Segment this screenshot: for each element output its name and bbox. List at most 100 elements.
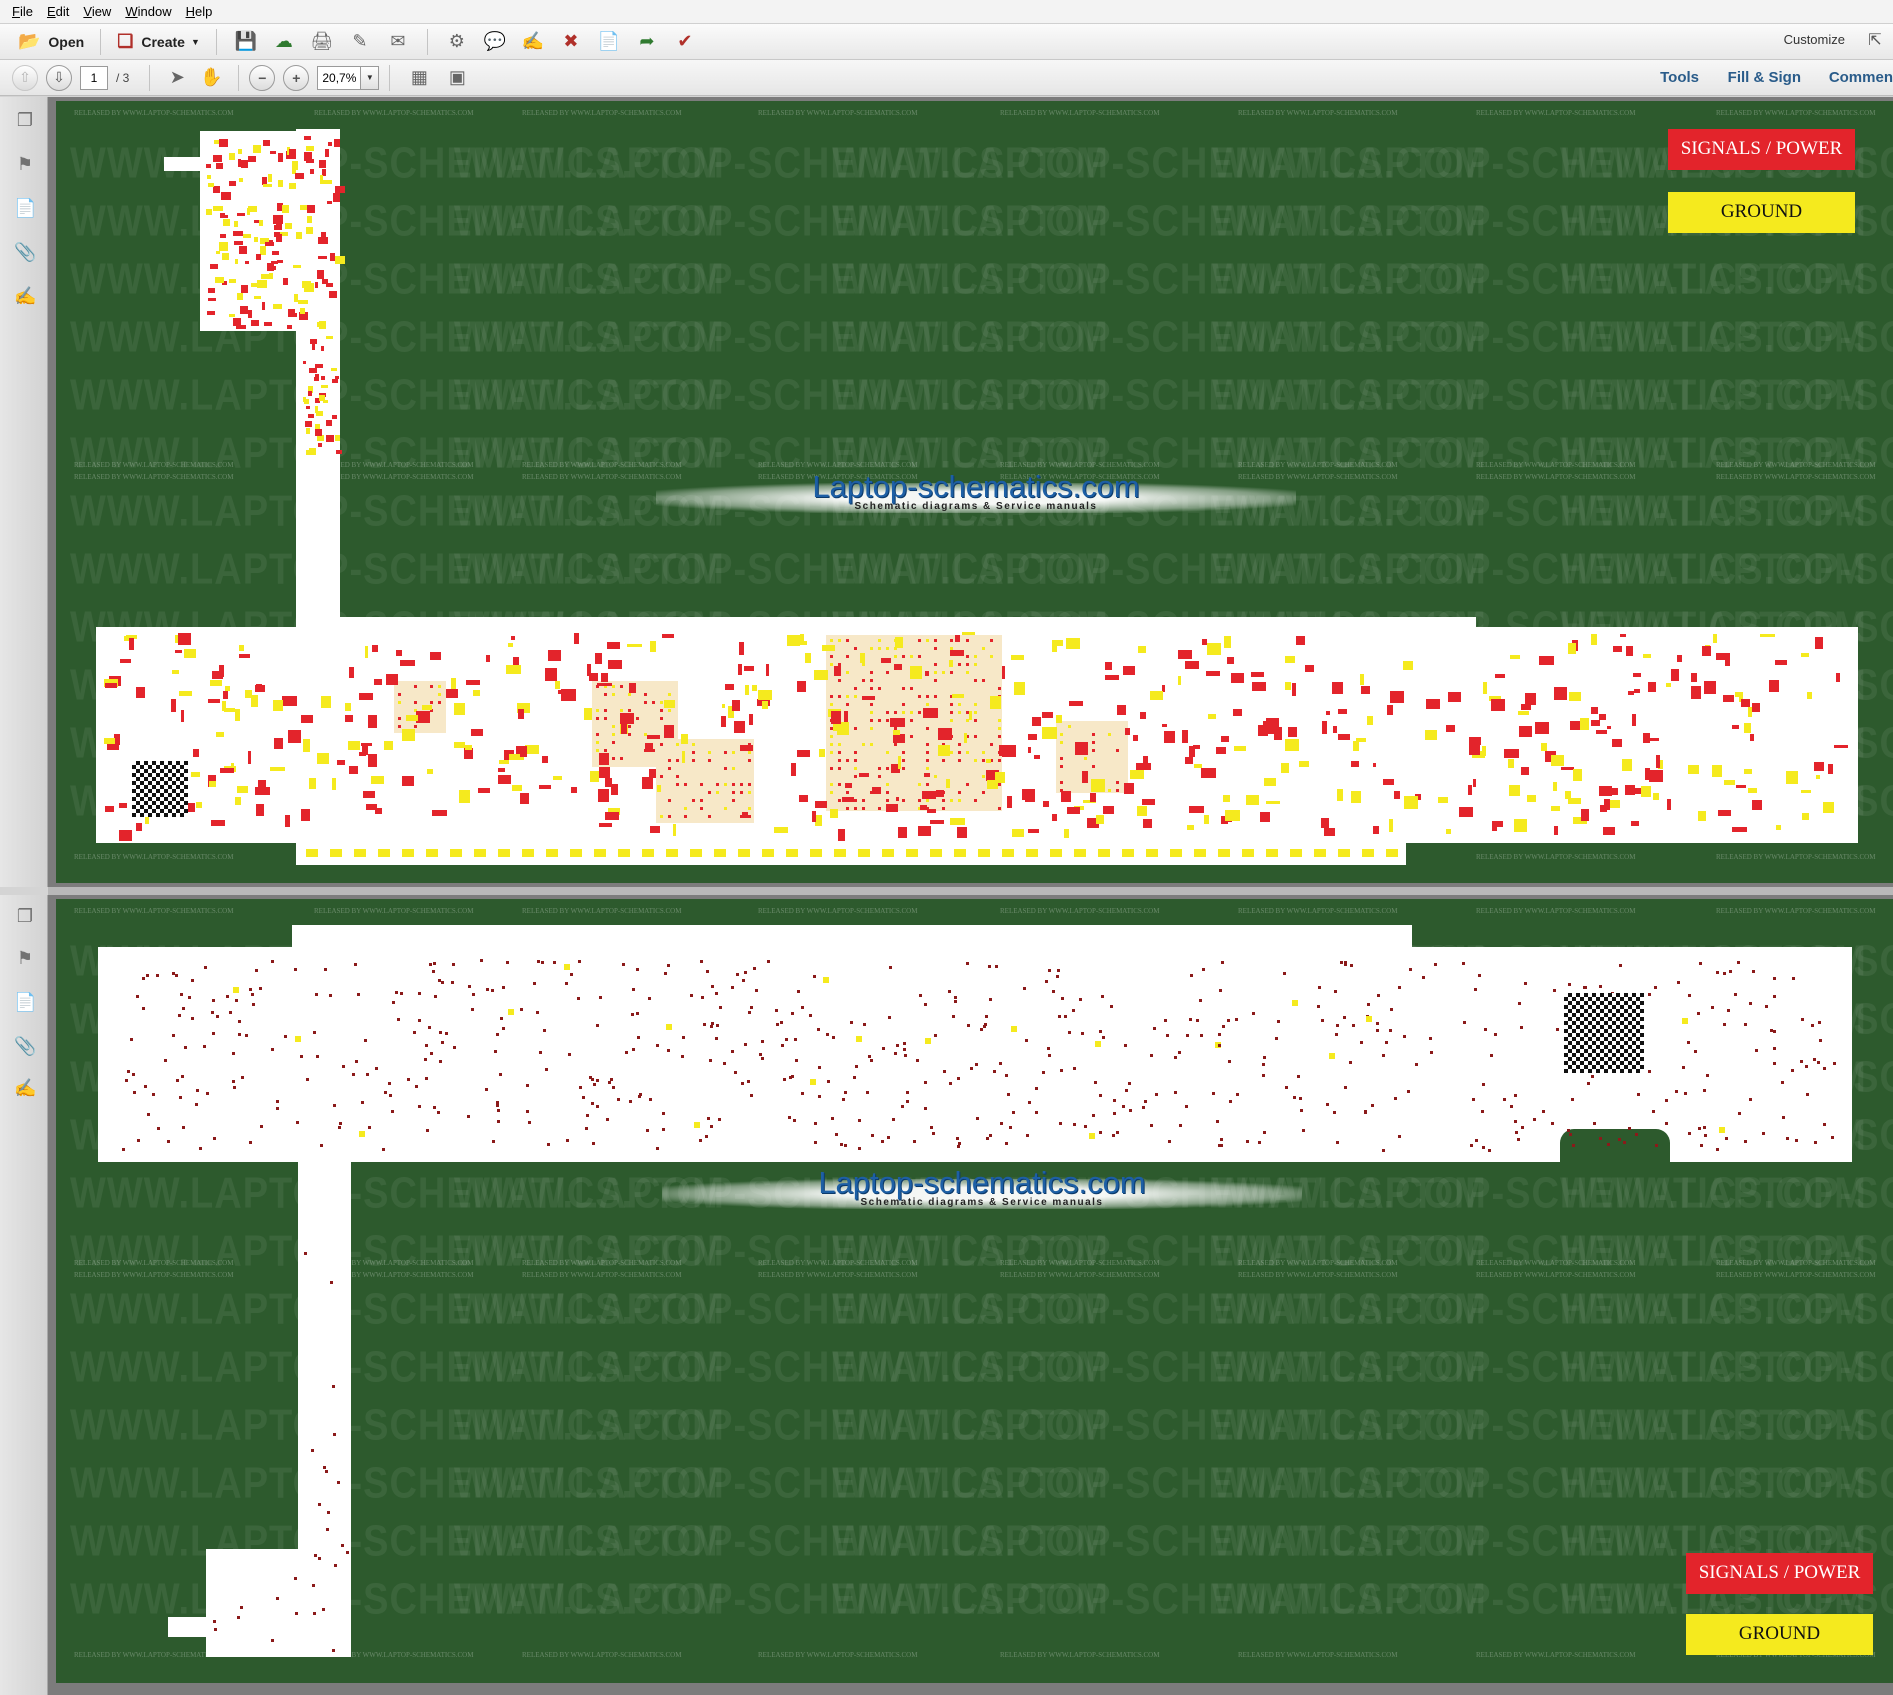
menu-window[interactable]: Window bbox=[125, 4, 171, 19]
pad bbox=[886, 783, 889, 786]
create-button[interactable]: ❏ Create ▼ bbox=[111, 27, 206, 57]
menu-view[interactable]: View bbox=[83, 4, 111, 19]
component bbox=[315, 423, 320, 429]
test-point bbox=[1342, 1016, 1346, 1020]
scrolling-mode-icon[interactable]: ▦ bbox=[404, 63, 434, 93]
pad bbox=[934, 679, 937, 682]
pdf-redact-icon[interactable]: ✔ bbox=[670, 27, 700, 57]
sign-pen-icon[interactable]: ✍ bbox=[14, 285, 36, 307]
select-cursor-icon[interactable]: ➤ bbox=[162, 63, 192, 93]
menu-file[interactable]: File bbox=[12, 4, 33, 19]
bookmark-icon[interactable]: ⚑ bbox=[14, 947, 36, 969]
signatures-icon[interactable]: 📄 bbox=[14, 197, 36, 219]
bookmark-icon[interactable]: ⚑ bbox=[14, 153, 36, 175]
component bbox=[300, 308, 305, 315]
pdf-page-2[interactable]: WWW.LAPTOP-SCHEMATICS.COM WWW.LAPTOP-SCHE… bbox=[56, 899, 1893, 1683]
sign-icon[interactable]: ✍ bbox=[518, 27, 548, 57]
test-point bbox=[270, 1047, 274, 1051]
component bbox=[664, 699, 676, 708]
test-point bbox=[1509, 1105, 1513, 1109]
pad bbox=[974, 663, 977, 666]
open-button[interactable]: 📂 Open bbox=[12, 27, 90, 57]
zoom-out-icon[interactable]: − bbox=[249, 64, 276, 91]
test-point bbox=[578, 960, 582, 964]
test-point bbox=[648, 997, 652, 1001]
customize-button[interactable]: Customize bbox=[1784, 32, 1845, 47]
pad bbox=[620, 685, 623, 688]
test-point bbox=[632, 1047, 636, 1051]
watermark-small-text: RELEASED BY WWW.LAPTOP-SCHEMATICS.COM bbox=[522, 1651, 682, 1659]
test-point bbox=[425, 1044, 429, 1048]
component bbox=[1518, 726, 1533, 737]
pad bbox=[660, 743, 663, 746]
zoom-level-input[interactable] bbox=[317, 65, 362, 90]
email-icon[interactable]: ✉ bbox=[383, 27, 413, 57]
hand-tool-icon[interactable]: ✋ bbox=[196, 63, 226, 93]
test-point bbox=[1376, 1029, 1380, 1033]
component bbox=[924, 670, 930, 676]
fill-sign-tab[interactable]: Fill & Sign bbox=[1728, 69, 1801, 86]
component bbox=[299, 205, 308, 211]
pdf-delete-icon[interactable]: ✖ bbox=[556, 27, 586, 57]
gear-icon[interactable]: ⚙ bbox=[442, 27, 472, 57]
page-number-input[interactable] bbox=[80, 65, 108, 90]
component bbox=[598, 789, 609, 802]
pdf-page-1[interactable]: WWW.LAPTOP-SCHEMATICS.COM WWW.LAPTOP-SCHE… bbox=[56, 101, 1893, 883]
attachment-icon[interactable]: 📎 bbox=[14, 1035, 36, 1057]
test-point bbox=[1143, 1100, 1147, 1104]
zoom-dropdown-icon[interactable]: ▼ bbox=[361, 65, 380, 90]
component bbox=[422, 704, 432, 710]
test-point bbox=[999, 1122, 1003, 1126]
test-point bbox=[857, 1119, 861, 1123]
comment-icon[interactable]: 💬 bbox=[480, 27, 510, 57]
upload-icon[interactable]: ☁ bbox=[269, 27, 299, 57]
component bbox=[213, 155, 222, 163]
component bbox=[1691, 672, 1698, 683]
component bbox=[1338, 709, 1348, 715]
component bbox=[1215, 746, 1226, 755]
tools-tab[interactable]: Tools bbox=[1660, 69, 1699, 86]
pcb-board bbox=[206, 1549, 351, 1657]
comment-tab[interactable]: Commen bbox=[1829, 69, 1893, 86]
component bbox=[207, 183, 215, 188]
test-point bbox=[467, 984, 471, 988]
pdf-export-icon[interactable]: ➦ bbox=[632, 27, 662, 57]
component bbox=[1688, 764, 1700, 775]
pad bbox=[838, 751, 841, 754]
component bbox=[751, 684, 757, 692]
next-page-icon[interactable]: ⇩ bbox=[46, 64, 72, 91]
previous-page-icon[interactable]: ⇧ bbox=[12, 64, 38, 91]
print-icon[interactable]: 🖨 bbox=[307, 27, 337, 57]
attachment-icon[interactable]: 📎 bbox=[14, 241, 36, 263]
test-point bbox=[313, 1612, 317, 1616]
page-thumbnails-icon[interactable]: ❐ bbox=[14, 905, 36, 927]
edit-icon[interactable]: ✎ bbox=[345, 27, 375, 57]
test-point bbox=[507, 1008, 514, 1015]
pad bbox=[878, 719, 881, 722]
test-point bbox=[167, 1139, 171, 1143]
page-thumbnails-icon[interactable]: ❐ bbox=[14, 109, 36, 131]
component bbox=[743, 665, 755, 671]
save-icon[interactable]: 💾 bbox=[231, 27, 261, 57]
watermark-small-text: RELEASED BY WWW.LAPTOP-SCHEMATICS.COM bbox=[1716, 1271, 1876, 1279]
component bbox=[272, 700, 283, 711]
test-point bbox=[1773, 994, 1777, 998]
expand-icon[interactable]: ⇱ bbox=[1863, 30, 1887, 54]
pdf-extract-icon[interactable]: 📄 bbox=[594, 27, 624, 57]
component bbox=[1774, 660, 1787, 665]
signatures-icon[interactable]: 📄 bbox=[14, 991, 36, 1013]
watermark-small-text: RELEASED BY WWW.LAPTOP-SCHEMATICS.COM bbox=[1000, 907, 1160, 915]
test-point bbox=[122, 1147, 126, 1151]
pad bbox=[1108, 789, 1111, 792]
component bbox=[305, 427, 310, 434]
zoom-in-icon[interactable]: + bbox=[283, 64, 310, 91]
edge-pad bbox=[930, 849, 942, 857]
fit-page-icon[interactable]: ▣ bbox=[442, 63, 472, 93]
test-point bbox=[1199, 999, 1203, 1003]
component bbox=[1352, 741, 1360, 751]
test-point bbox=[1587, 1081, 1591, 1085]
menu-edit[interactable]: Edit bbox=[47, 4, 69, 19]
test-point bbox=[1398, 1135, 1402, 1138]
sign-pen-icon[interactable]: ✍ bbox=[14, 1077, 36, 1099]
menu-help[interactable]: Help bbox=[186, 4, 213, 19]
